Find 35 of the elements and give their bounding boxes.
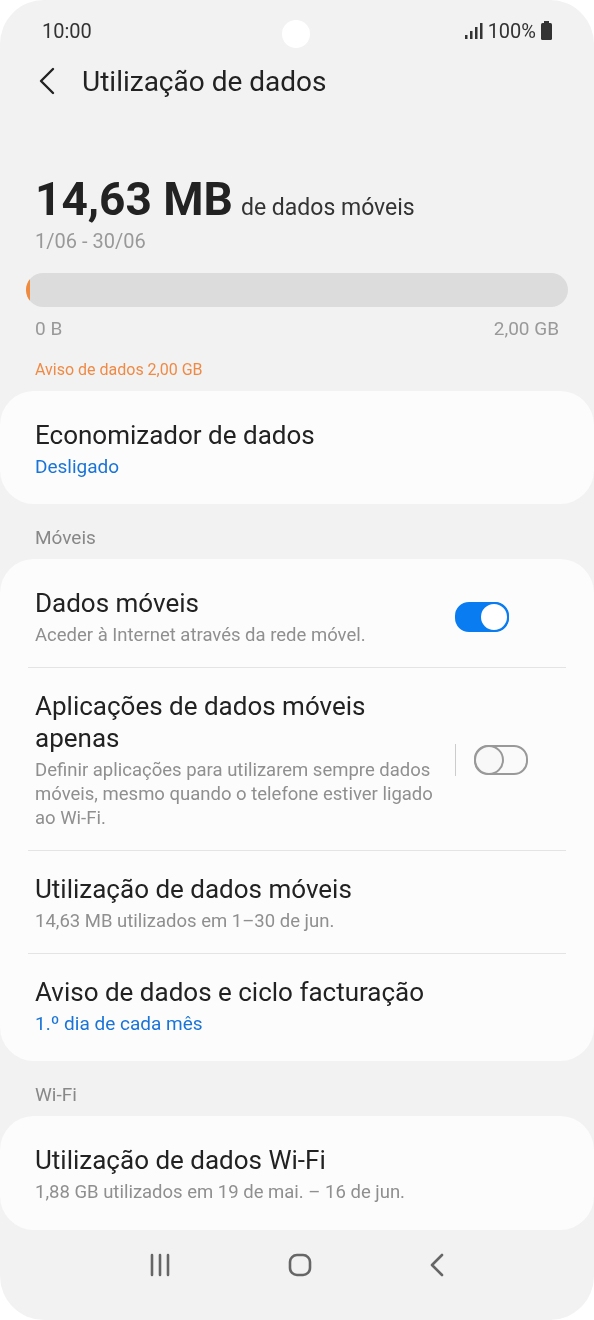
bar-min-label: 0 B [35, 316, 63, 340]
row-title: Utilização de dados móveis [35, 872, 353, 905]
row-description: 14,63 MB utilizados em 1–30 de jun. [35, 908, 336, 933]
settings-row[interactable]: Dados móveis Aceder à Internet através da rede móvel. [0, 564, 594, 667]
row-description: 1,88 GB utilizados em 19 de mai. – 16 de jun. [35, 1179, 406, 1204]
recent-apps-icon[interactable] [148, 1252, 171, 1277]
signal-icon [464, 22, 483, 39]
row-title: Aplicações de dados móveis apenas [35, 689, 367, 754]
battery-icon [541, 21, 552, 41]
settings-row[interactable]: Aviso de dados e ciclo facturação 1.º dia de cada mês [0, 953, 594, 1055]
usage-amount: 14,63 MB [35, 172, 233, 225]
row-description: Definir aplicações para utilizarem sempre dados móveis, mesmo quando o telefone estiver ligado ao Wi-Fi. [35, 757, 434, 830]
row-value: 1.º dia de cada mês [35, 1011, 204, 1035]
bar-max-label: 2,00 GB [493, 316, 559, 340]
row-title: Economizador de dados [35, 418, 316, 451]
settings-row[interactable]: Economizador de dados Desligado [0, 396, 594, 498]
settings-row[interactable]: Utilização de dados Wi-Fi 1,88 GB utilizados em 19 de mai. – 16 de jun. [0, 1121, 594, 1224]
section-heading: Wi-Fi [34, 1081, 78, 1108]
row-value: Desligado [35, 454, 121, 478]
row-title: Utilização de dados Wi-Fi [35, 1143, 327, 1176]
settings-row[interactable]: Utilização de dados móveis 14,63 MB utilizados em 1–30 de jun. [0, 850, 594, 953]
settings-row[interactable]: Aplicações de dados móveis apenas Definir aplicações para utilizarem sempre dados móveis, mesmo quando o telefone estiver ligado ao Wi-Fi. [0, 667, 594, 850]
data-warning: Aviso de dados 2,00 GB [35, 359, 204, 379]
usage-label: de dados móveis [240, 193, 415, 221]
row-title: Aviso de dados e ciclo facturação [35, 975, 426, 1008]
row-title: Dados móveis [35, 586, 200, 619]
status-time: 10:00 [42, 18, 92, 43]
section-heading: Móveis [34, 524, 97, 551]
toggle-switch[interactable] [455, 601, 509, 632]
home-icon[interactable] [288, 1252, 312, 1277]
row-description: Aceder à Internet através da rede móvel. [35, 622, 367, 647]
page-title: Utilização de dados [82, 64, 327, 98]
battery-percent: 100% [487, 18, 536, 43]
toggle-switch[interactable] [474, 744, 528, 775]
usage-period: 1/06 - 30/06 [35, 228, 147, 253]
